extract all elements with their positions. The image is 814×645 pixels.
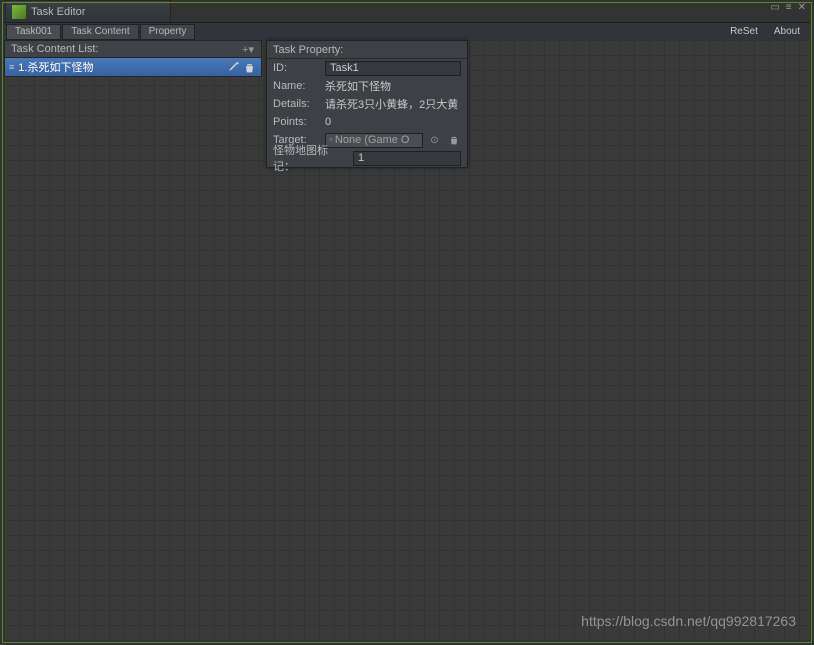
- property-header: Task Property:: [267, 41, 467, 59]
- list-panel-header: Task Content List: +▾: [4, 40, 262, 58]
- delete-icon[interactable]: [241, 59, 257, 75]
- points-value: 0: [325, 116, 461, 128]
- list-header-label: Task Content List:: [11, 43, 98, 55]
- task-property-panel: Task Property: ID: Task1 Name: 杀死如下怪物 De…: [266, 40, 468, 168]
- marker-field[interactable]: 1: [353, 151, 461, 166]
- list-item-label: 1.杀死如下怪物: [18, 59, 225, 75]
- details-value: 请杀死3只小黄蜂，2只大黄: [325, 96, 461, 112]
- details-label: Details:: [273, 98, 321, 110]
- property-header-label: Task Property:: [273, 44, 343, 56]
- app-icon: [12, 5, 26, 19]
- list-item[interactable]: ≡ 1.杀死如下怪物: [5, 58, 261, 76]
- id-label: ID:: [273, 62, 321, 74]
- reset-button[interactable]: ReSet: [722, 26, 766, 37]
- target-picker-icon[interactable]: ⊙: [427, 133, 442, 148]
- marker-label: 怪物地图标记：: [273, 142, 349, 174]
- add-item-icon[interactable]: +▾: [241, 43, 255, 55]
- points-label: Points:: [273, 116, 321, 128]
- name-value: 杀死如下怪物: [325, 78, 461, 94]
- canvas-grid: Task Content List: +▾ ≡ 1.杀死如下怪物 Task Pr…: [4, 40, 810, 641]
- tab-task-content[interactable]: Task Content: [62, 24, 138, 40]
- name-label: Name:: [273, 80, 321, 92]
- target-delete-icon[interactable]: [446, 133, 461, 148]
- id-field[interactable]: Task1: [325, 61, 461, 76]
- window-controls: ▭ ≡ ✕: [770, 2, 806, 13]
- window-menu-burger-icon[interactable]: ≡: [786, 2, 792, 13]
- toolbar: Task001 Task Content Property ReSet Abou…: [4, 22, 810, 40]
- window-menu-icon[interactable]: ▭: [770, 2, 779, 13]
- task-content-list-panel: Task Content List: +▾ ≡ 1.杀死如下怪物: [4, 40, 262, 77]
- edit-icon[interactable]: [225, 59, 241, 75]
- about-button[interactable]: About: [766, 26, 808, 37]
- list-body: ≡ 1.杀死如下怪物: [4, 58, 262, 77]
- tab-task001[interactable]: Task001: [6, 24, 61, 40]
- watermark: https://blog.csdn.net/qq992817263: [581, 613, 796, 629]
- window-tab[interactable]: Task Editor: [5, 0, 171, 22]
- tab-property[interactable]: Property: [140, 24, 196, 40]
- close-icon[interactable]: ✕: [798, 2, 806, 13]
- drag-handle-icon[interactable]: ≡: [9, 62, 14, 72]
- window-title: Task Editor: [31, 6, 85, 18]
